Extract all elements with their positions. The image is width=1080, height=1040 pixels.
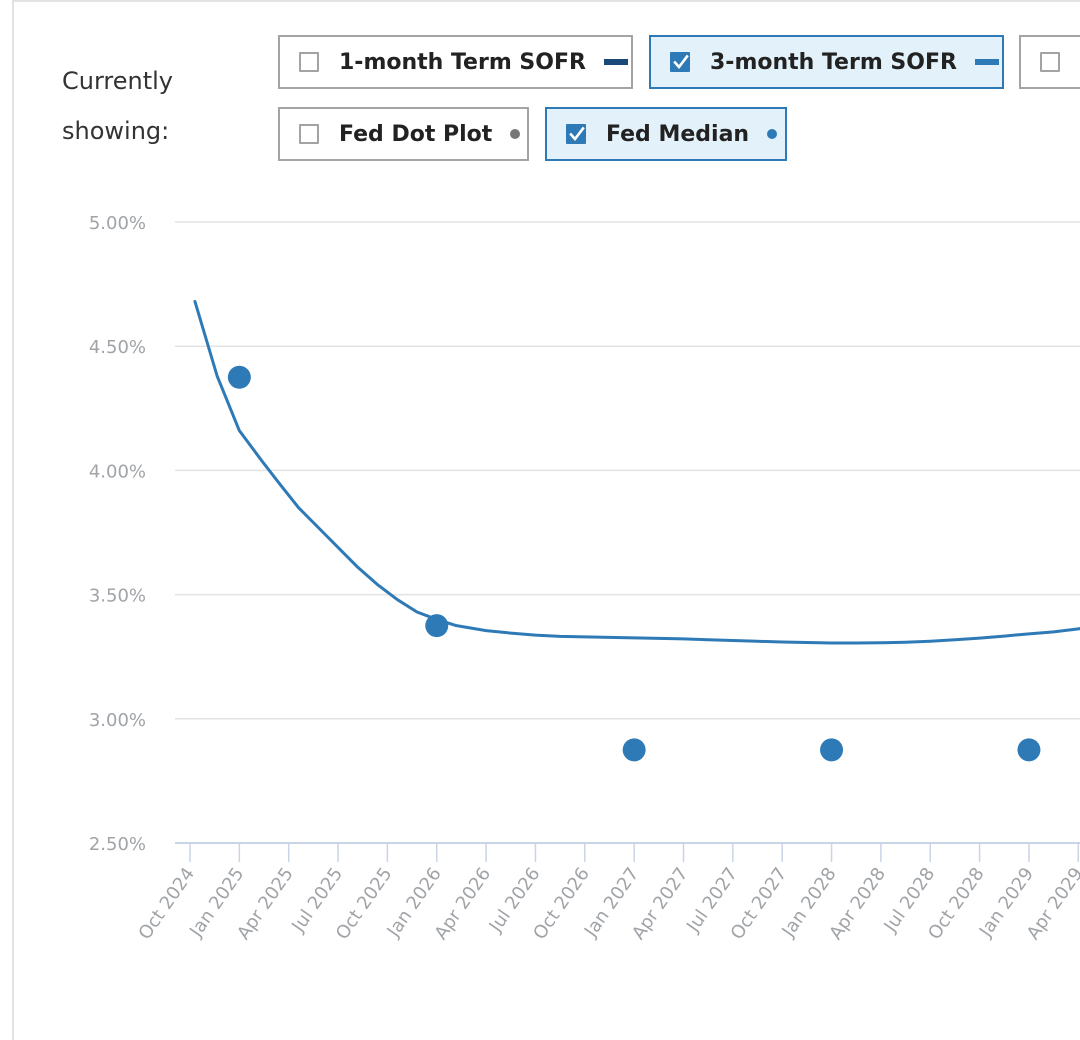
y-tick-label: 3.00%: [89, 710, 146, 731]
series-line-3-month-term-sofr: [193, 299, 1080, 645]
fed-median-point: [820, 738, 844, 762]
rate-chart: 2.50% 3.00% 3.50% 4.00% 4.50% 5.00% Oct 2024J…: [89, 213, 1080, 944]
fed-median-point: [622, 738, 646, 762]
y-tick-label: 4.00%: [89, 461, 146, 482]
x-axis: Oct 2024Jan 2025Apr 2025Jul 2025Oct 2025…: [134, 842, 1080, 944]
plot-area: [193, 299, 1080, 762]
fed-median-point: [1017, 738, 1041, 762]
y-tick-label: 2.50%: [89, 834, 146, 855]
y-axis: 2.50% 3.00% 3.50% 4.00% 4.50% 5.00%: [89, 213, 146, 855]
fed-median-point: [425, 614, 449, 638]
y-tick-label: 3.50%: [89, 586, 146, 607]
y-tick-label: 4.50%: [89, 337, 146, 358]
fed-median-point: [227, 365, 251, 389]
gridlines: [175, 221, 1080, 720]
y-tick-label: 5.00%: [89, 213, 146, 234]
